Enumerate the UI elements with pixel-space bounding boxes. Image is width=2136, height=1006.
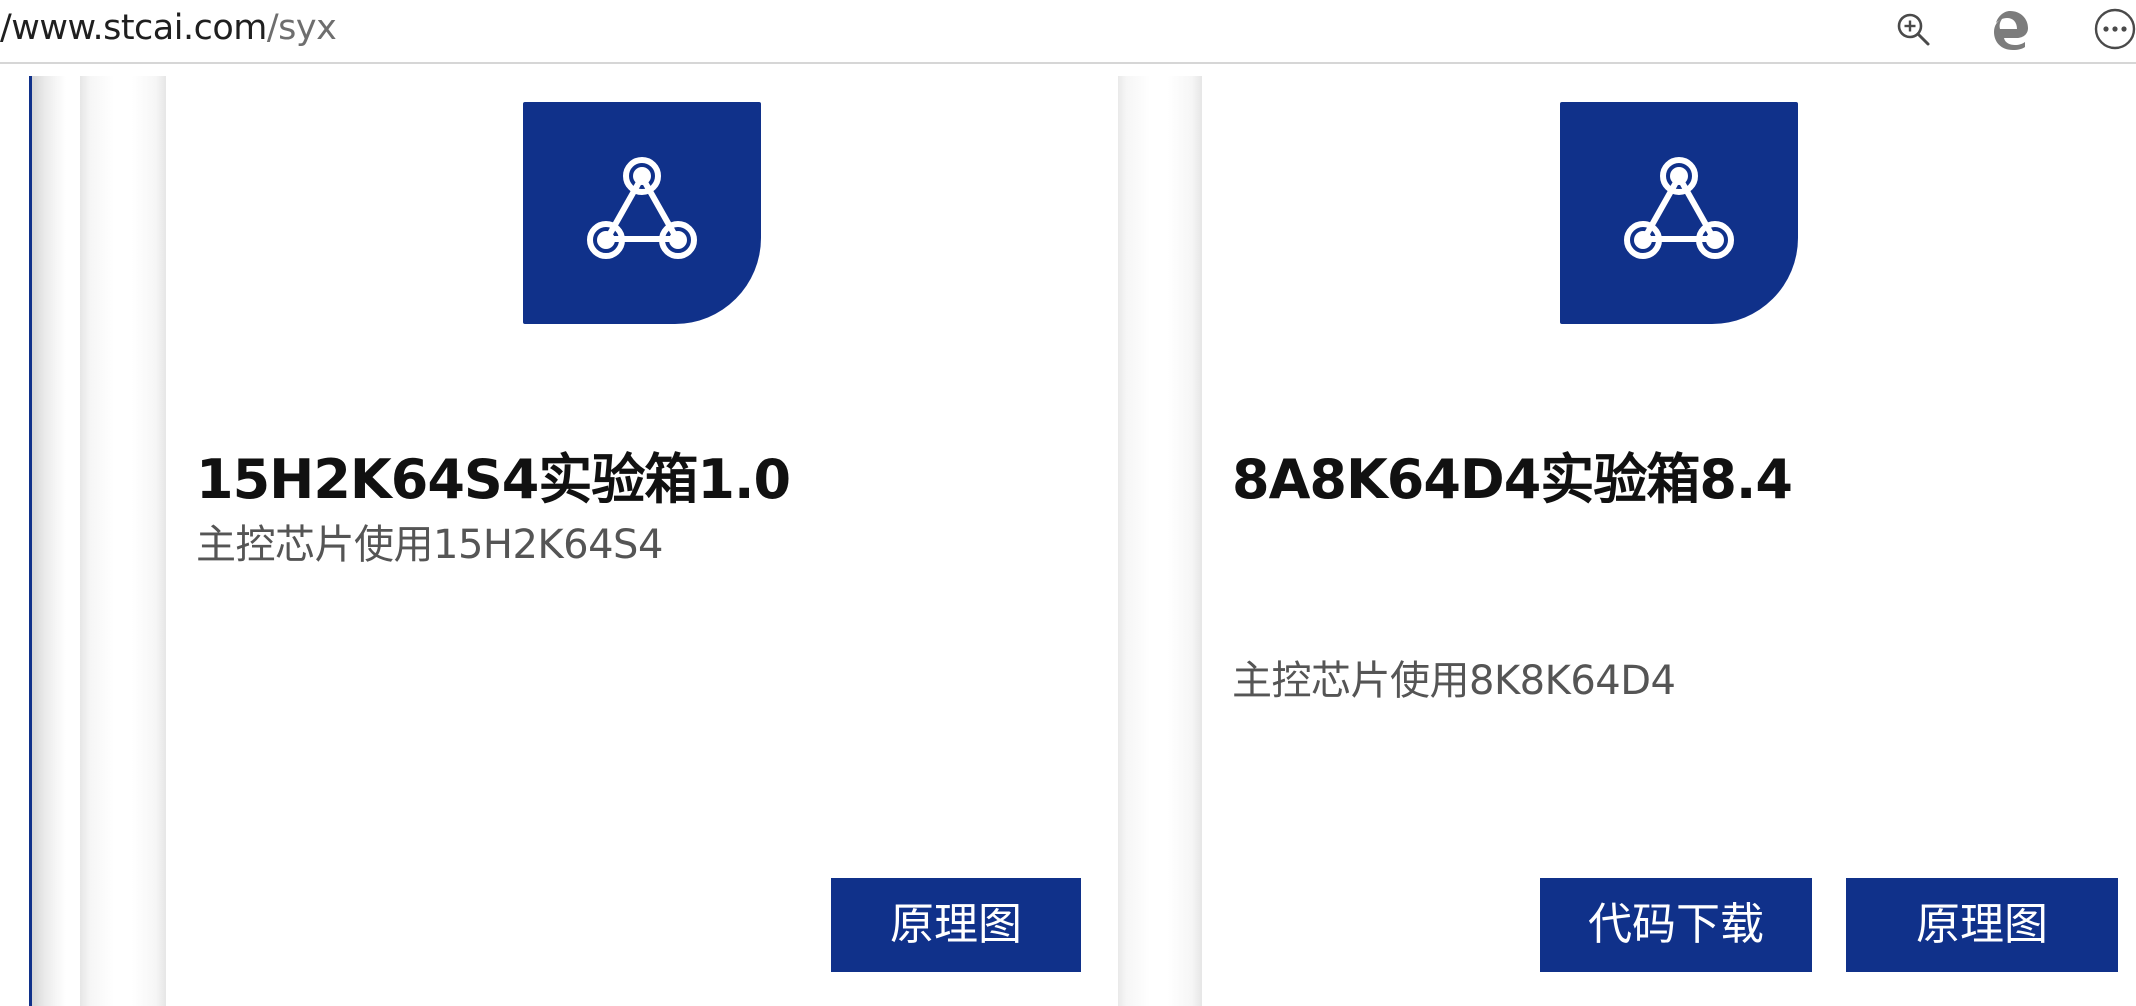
schematic-button[interactable]: 原理图 xyxy=(831,878,1081,972)
card-description: 主控芯片使用15H2K64S4 xyxy=(196,522,663,568)
zoom-in-icon[interactable] xyxy=(1888,4,1938,54)
network-triangle-icon xyxy=(1560,102,1798,324)
code-download-button[interactable]: 代码下载 xyxy=(1540,878,1812,972)
product-card-2: 8A8K64D4实验箱8.4 主控芯片使用8K8K64D4 代码下载 原理图 xyxy=(1202,76,2136,1006)
browser-address-bar: /www.stcai.com/syx xyxy=(0,0,2136,64)
product-card-1: 15H2K64S4实验箱1.0 主控芯片使用15H2K64S4 原理图 xyxy=(166,76,1118,1006)
card-description: 主控芯片使用8K8K64D4 xyxy=(1232,658,1676,704)
left-shadow xyxy=(32,76,66,1006)
card-gutter-left xyxy=(80,76,166,1006)
url-path: /syx xyxy=(266,8,337,48)
url-host: /www.stcai.com xyxy=(0,8,267,48)
network-triangle-icon xyxy=(523,102,761,324)
card-title: 15H2K64S4实验箱1.0 xyxy=(196,448,791,511)
schematic-button[interactable]: 原理图 xyxy=(1846,878,2118,972)
card-gutter-middle xyxy=(1116,76,1202,1006)
more-options-icon[interactable] xyxy=(2090,4,2136,54)
edge-icon[interactable] xyxy=(1985,4,2035,54)
url-field[interactable]: /www.stcai.com/syx xyxy=(0,6,337,50)
card-title: 8A8K64D4实验箱8.4 xyxy=(1232,448,1793,511)
